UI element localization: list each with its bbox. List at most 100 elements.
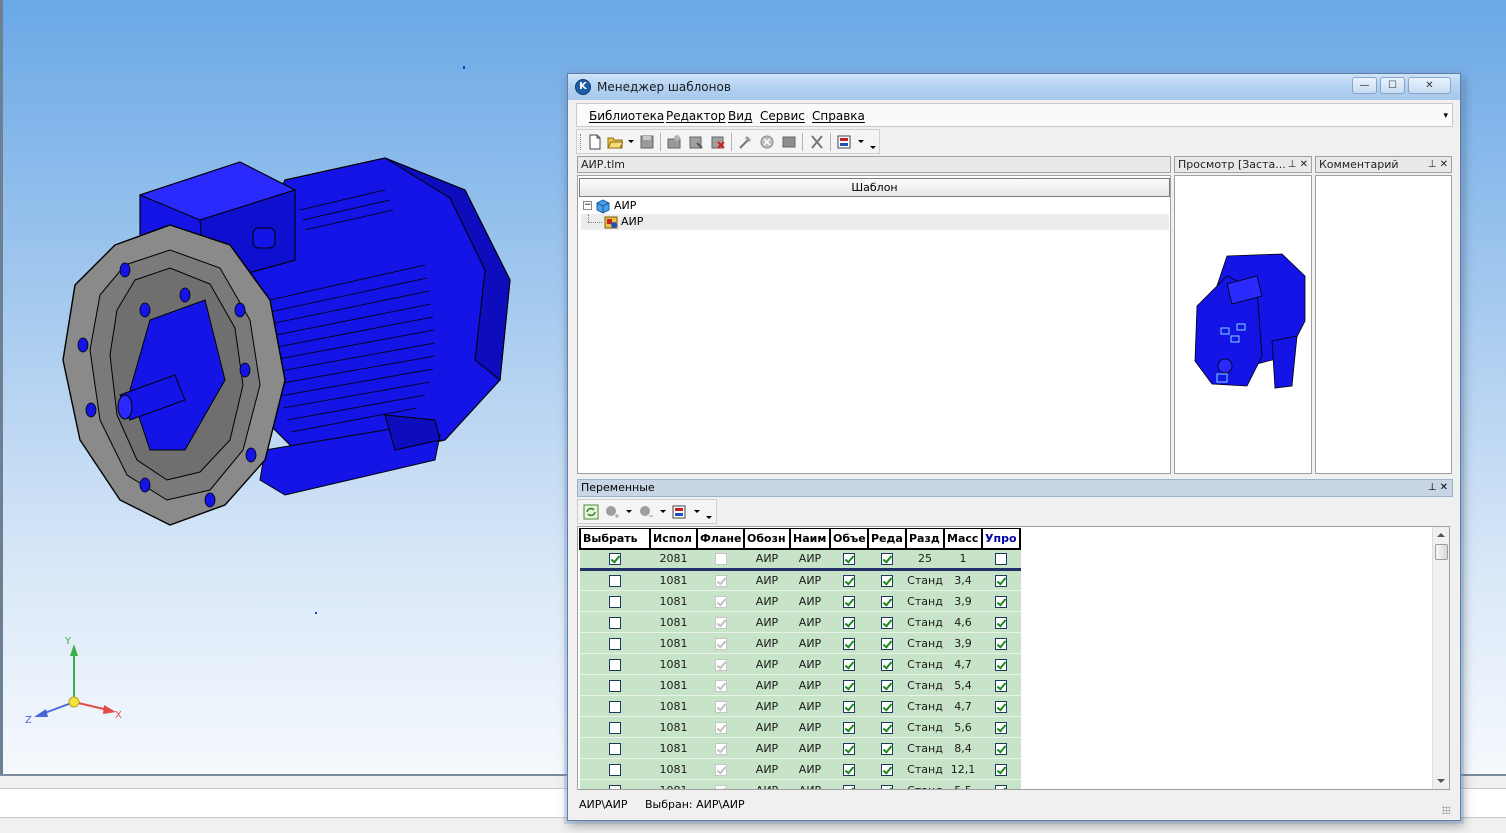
cell-upro[interactable] xyxy=(982,779,1021,789)
cell-flange[interactable] xyxy=(697,695,745,717)
cell-upro[interactable] xyxy=(982,590,1021,612)
cell-ispol[interactable]: 1081 xyxy=(650,632,698,654)
cell-red[interactable] xyxy=(868,779,907,789)
cell-select[interactable] xyxy=(580,716,651,738)
object-checkbox[interactable] xyxy=(843,637,855,650)
cell-red[interactable] xyxy=(868,737,907,759)
pin-icon[interactable]: ⊥ xyxy=(1428,159,1437,170)
table-row[interactable]: 1081 АИР АИР Станд 8,4 xyxy=(580,737,1021,759)
table-row[interactable]: 1081 АИР АИР Станд 5,4 xyxy=(580,674,1021,696)
edit-checkbox[interactable] xyxy=(881,679,893,692)
edit-template-icon[interactable] xyxy=(688,134,704,150)
cell-ispol[interactable]: 1081 xyxy=(650,716,698,738)
table-row[interactable]: 1081 АИР АИР Станд 4,6 xyxy=(580,611,1021,633)
table-row[interactable]: 1081 АИР АИР Станд 3,9 xyxy=(580,632,1021,654)
cell-select[interactable] xyxy=(580,590,651,612)
panel-close-icon[interactable]: ✕ xyxy=(1300,159,1308,170)
edit-checkbox[interactable] xyxy=(881,575,893,587)
remove-variable-dropdown-icon[interactable] xyxy=(660,510,666,513)
table-row[interactable]: 2081 АИР АИР 25 1 xyxy=(580,548,1021,571)
cell-mass[interactable]: 3,4 xyxy=(944,569,983,591)
column-header[interactable]: Разд xyxy=(905,528,945,550)
cell-naim[interactable]: АИР xyxy=(790,674,831,696)
save-icon[interactable] xyxy=(639,134,655,150)
cell-select[interactable] xyxy=(580,674,651,696)
cell-razd[interactable]: Станд xyxy=(906,674,945,696)
cell-ispol[interactable]: 1081 xyxy=(650,779,698,789)
object-checkbox[interactable] xyxy=(843,679,855,692)
cell-red[interactable] xyxy=(868,548,907,571)
cell-naim[interactable]: АИР xyxy=(790,590,831,612)
edit-checkbox[interactable] xyxy=(881,742,893,755)
simplify-checkbox[interactable] xyxy=(995,679,1007,692)
cell-oboz[interactable]: АИР xyxy=(744,632,791,654)
simplify-checkbox[interactable] xyxy=(995,742,1007,755)
cell-oboz[interactable]: АИР xyxy=(744,758,791,780)
open-icon[interactable] xyxy=(607,134,623,150)
scroll-thumb[interactable] xyxy=(1435,544,1448,560)
menu-help[interactable]: Справка xyxy=(812,109,865,123)
cell-red[interactable] xyxy=(868,569,907,591)
cell-red[interactable] xyxy=(868,695,907,717)
build-icon[interactable] xyxy=(737,134,753,150)
maximize-button[interactable]: ☐ xyxy=(1380,77,1405,94)
open-dropdown-icon[interactable] xyxy=(628,140,634,143)
edit-checkbox[interactable] xyxy=(881,553,893,566)
cell-red[interactable] xyxy=(868,758,907,780)
minimize-button[interactable]: — xyxy=(1352,77,1377,94)
cell-mass[interactable]: 3,9 xyxy=(944,632,983,654)
refresh-icon[interactable] xyxy=(583,504,599,520)
cell-ispol[interactable]: 1081 xyxy=(650,653,698,675)
object-checkbox[interactable] xyxy=(843,553,855,566)
cell-mass[interactable]: 4,7 xyxy=(944,653,983,675)
menu-service[interactable]: Сервис xyxy=(760,109,805,123)
cell-oboz[interactable]: АИР xyxy=(744,569,791,591)
cell-select[interactable] xyxy=(580,737,651,759)
cell-naim[interactable]: АИР xyxy=(790,716,831,738)
properties-icon[interactable] xyxy=(837,134,853,150)
select-checkbox[interactable] xyxy=(608,763,621,776)
simplify-checkbox[interactable] xyxy=(995,553,1007,566)
cell-flange[interactable] xyxy=(697,737,745,759)
template-column-header[interactable]: Шаблон xyxy=(579,178,1170,197)
cell-flange[interactable] xyxy=(697,632,745,654)
cell-oboz[interactable]: АИР xyxy=(744,611,791,633)
edit-checkbox[interactable] xyxy=(881,763,893,776)
cell-obj[interactable] xyxy=(830,758,869,780)
cell-red[interactable] xyxy=(868,716,907,738)
cell-red[interactable] xyxy=(868,674,907,696)
cell-razd[interactable]: Станд xyxy=(906,737,945,759)
simplify-checkbox[interactable] xyxy=(995,700,1007,713)
column-header[interactable]: Испол xyxy=(649,528,698,550)
cell-flange[interactable] xyxy=(697,674,745,696)
select-checkbox[interactable] xyxy=(608,575,621,587)
toolbar-grip[interactable] xyxy=(580,134,583,150)
select-checkbox[interactable] xyxy=(608,637,621,650)
table-row[interactable]: 1081 АИР АИР Станд 3,4 xyxy=(580,569,1021,591)
cell-oboz[interactable]: АИР xyxy=(744,674,791,696)
cell-flange[interactable] xyxy=(697,716,745,738)
cell-razd[interactable]: Станд xyxy=(906,779,945,789)
cell-flange[interactable] xyxy=(697,548,745,571)
cell-mass[interactable]: 8,4 xyxy=(944,737,983,759)
cell-flange[interactable] xyxy=(697,611,745,633)
add-template-icon[interactable] xyxy=(666,134,682,150)
panel-close-icon[interactable]: ✕ xyxy=(1440,482,1448,493)
cell-red[interactable] xyxy=(868,653,907,675)
cell-razd[interactable]: Станд xyxy=(906,653,945,675)
pin-icon[interactable]: ⊥ xyxy=(1288,159,1297,170)
column-header[interactable]: Реда xyxy=(867,528,907,550)
variables-grid[interactable]: Выбрать Испол Фланe Обозн Наим Объе Реда… xyxy=(577,526,1450,790)
table-row[interactable]: 1081 АИР АИР Станд 4,7 xyxy=(580,653,1021,675)
select-checkbox[interactable] xyxy=(608,700,621,713)
cut-icon[interactable] xyxy=(809,134,825,150)
cell-naim[interactable]: АИР xyxy=(790,548,831,571)
close-button[interactable]: ✕ xyxy=(1408,77,1451,94)
cell-ispol[interactable]: 1081 xyxy=(650,695,698,717)
cell-obj[interactable] xyxy=(830,716,869,738)
cell-oboz[interactable]: АИР xyxy=(744,548,791,571)
cell-razd[interactable]: Станд xyxy=(906,569,945,591)
edit-checkbox[interactable] xyxy=(881,616,893,629)
edit-checkbox[interactable] xyxy=(881,658,893,671)
edit-checkbox[interactable] xyxy=(881,595,893,608)
